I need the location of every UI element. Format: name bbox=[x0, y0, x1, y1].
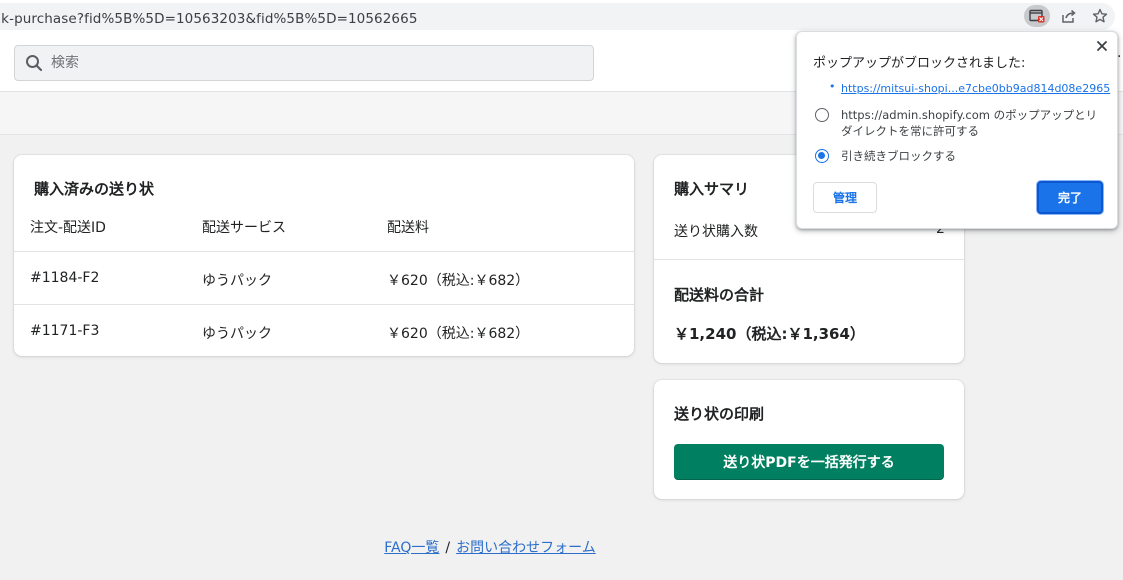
bullet-icon: • bbox=[829, 80, 836, 93]
search-input[interactable] bbox=[51, 46, 581, 80]
column-header-fee: 配送料 bbox=[387, 220, 429, 236]
fee-cell: ￥620（税込:￥682） bbox=[387, 326, 530, 342]
browser-toolbar: bulk-purchase?fid%5B%5D=10563203&fid%5B%… bbox=[0, 0, 1123, 33]
card-title: 購入サマリ bbox=[674, 180, 750, 198]
purchased-labels-card: 購入済みの送り状 注文-配送ID 配送サービス 配送料 #1184-F2 ゆうパ… bbox=[14, 155, 634, 356]
label-count-label: 送り状購入数 bbox=[674, 224, 758, 240]
bookmark-star-icon[interactable] bbox=[1089, 6, 1111, 26]
share-icon[interactable] bbox=[1058, 6, 1080, 26]
close-icon[interactable] bbox=[1094, 38, 1110, 54]
manage-button[interactable]: 管理 bbox=[813, 182, 877, 213]
column-header-order-id: 注文-配送ID bbox=[30, 220, 106, 236]
search-bar[interactable] bbox=[14, 45, 594, 81]
order-id-cell: #1171-F3 bbox=[30, 323, 100, 339]
done-button[interactable]: 完了 bbox=[1037, 181, 1103, 214]
popup-title: ポップアップがブロックされました: bbox=[813, 56, 1026, 71]
fee-cell: ￥620（税込:￥682） bbox=[387, 273, 530, 289]
popup-blocked-icon[interactable] bbox=[1024, 5, 1050, 27]
search-icon bbox=[26, 55, 43, 72]
bulk-issue-pdf-button[interactable]: 送り状PDFを一括発行する bbox=[674, 444, 944, 480]
divider bbox=[654, 259, 964, 260]
total-fee-value: ￥1,240（税込:￥1,364） bbox=[674, 325, 865, 343]
divider bbox=[14, 304, 634, 305]
footer-links: FAQ一覧 / お問い合わせフォーム bbox=[0, 537, 980, 557]
card-title: 購入済みの送り状 bbox=[34, 180, 155, 198]
service-cell: ゆうパック bbox=[202, 326, 272, 342]
print-labels-card: 送り状の印刷 送り状PDFを一括発行する bbox=[654, 380, 964, 499]
radio-allow[interactable] bbox=[815, 108, 829, 122]
blocked-popup-link[interactable]: https://mitsui-shopi...e7cbe0bb9ad814d08… bbox=[841, 82, 1110, 95]
faq-link[interactable]: FAQ一覧 bbox=[384, 540, 439, 556]
divider bbox=[14, 251, 634, 252]
service-cell: ゆうパック bbox=[202, 273, 272, 289]
card-title: 送り状の印刷 bbox=[674, 405, 765, 423]
footer-separator: / bbox=[445, 540, 451, 556]
radio-keep-blocking[interactable] bbox=[815, 149, 829, 163]
order-id-cell: #1184-F2 bbox=[30, 270, 100, 286]
column-header-service: 配送サービス bbox=[202, 220, 286, 236]
url-text[interactable]: bulk-purchase?fid%5B%5D=10563203&fid%5B%… bbox=[0, 11, 418, 27]
radio-keep-blocking-label[interactable]: 引き続きブロックする bbox=[841, 148, 1107, 164]
radio-allow-label[interactable]: https://admin.shopify.com のポップアップとリダイレクト… bbox=[841, 107, 1107, 139]
popup-blocked-dialog: ポップアップがブロックされました: • https://mitsui-shopi… bbox=[796, 31, 1118, 229]
address-bar[interactable]: bulk-purchase?fid%5B%5D=10563203&fid%5B%… bbox=[0, 3, 1115, 30]
contact-form-link[interactable]: お問い合わせフォーム bbox=[456, 540, 596, 556]
total-fee-label: 配送料の合計 bbox=[674, 286, 765, 304]
